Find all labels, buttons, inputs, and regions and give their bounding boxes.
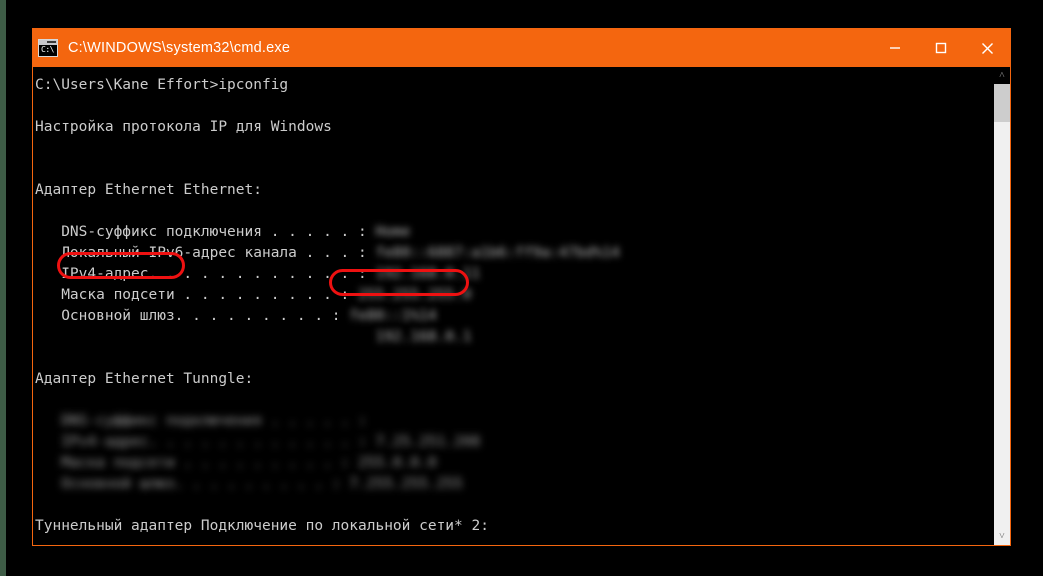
blank-6 xyxy=(35,390,985,411)
screenshot-root: C:\ C:\WINDOWS\system32\cmd.exe C:\Users… xyxy=(0,0,1043,576)
eth-dns-suffix: DNS-суффикс подключения . . . . . : Home xyxy=(35,222,985,243)
chevron-down-icon: ˅ xyxy=(999,530,1005,542)
cmd-console-window: C:\ C:\WINDOWS\system32\cmd.exe C:\Users… xyxy=(32,28,1011,546)
eth-default-gateway-2-value: 192.168.0.1 xyxy=(375,329,472,345)
scrollbar-down-button[interactable]: ˅ xyxy=(994,528,1010,545)
eth-ipv6-link-local: Локальный IPv6-адрес канала . . . : fe80… xyxy=(35,243,985,264)
tunngle-subnet-mask: Маска подсети . . . . . . . . . : 255.0.… xyxy=(35,453,985,474)
tunngle-default-gateway-text: Основной шлюз. . . . . . . . . : 7.255.2… xyxy=(61,476,463,492)
eth-ipv4-address-value: 192.168.0.11 xyxy=(375,266,481,282)
maximize-icon xyxy=(935,42,947,54)
tunngle-subnet-mask-indent xyxy=(35,455,61,471)
eth-dns-suffix-value: Home xyxy=(375,224,411,240)
cmd-icon-prompt-text: C:\ xyxy=(41,45,54,54)
eth-subnet-mask: Маска подсети . . . . . . . . . : 255.25… xyxy=(35,285,985,306)
tunngle-subnet-mask-text: Маска подсети . . . . . . . . . : 255.0.… xyxy=(61,455,437,471)
maximize-button[interactable] xyxy=(918,29,964,67)
tunngle-default-gateway-indent xyxy=(35,476,61,492)
blank-4 xyxy=(35,201,985,222)
desktop-edge-strip xyxy=(0,0,6,576)
console-output-area[interactable]: C:\Users\Kane Effort>ipconfig Настройка … xyxy=(33,67,1010,545)
tunngle-dns-suffix-indent xyxy=(35,413,61,429)
cmd-window-icon: C:\ xyxy=(38,39,58,57)
terminal-text-buffer: C:\Users\Kane Effort>ipconfig Настройка … xyxy=(33,75,985,545)
tunngle-default-gateway: Основной шлюз. . . . . . . . . : 7.255.2… xyxy=(35,474,985,495)
tunngle-dns-suffix: DNS-суффикс подключения . . . . . : xyxy=(35,411,985,432)
tunngle-ipv4-address-indent xyxy=(35,434,61,450)
heading-ip-config: Настройка протокола IP для Windows xyxy=(35,119,332,135)
blank-5 xyxy=(35,348,985,369)
eth-default-gateway-label: Основной шлюз. . . . . . . . . : xyxy=(35,308,350,324)
eth-subnet-mask-value: 255.255.255.0 xyxy=(358,287,472,303)
eth-ipv6-link-local-value: fe80::6887:a1b6:ff9a:47bd%14 xyxy=(375,245,620,261)
minimize-button[interactable] xyxy=(872,29,918,67)
scrollbar-up-button[interactable]: ˄ xyxy=(994,67,1010,84)
adapter-ethernet-tunngle: Адаптер Ethernet Tunngle: xyxy=(35,371,254,387)
blank-3 xyxy=(35,159,985,180)
eth-ipv4-address-label: IPv4-адрес. . . . . . . . . . . . : xyxy=(35,266,376,282)
window-controls xyxy=(872,29,1010,67)
eth-dns-suffix-label: DNS-суффикс подключения . . . . . : xyxy=(35,224,376,240)
tunnel-adapter-lan-2: Туннельный адаптер Подключение по локаль… xyxy=(35,518,489,534)
adapter-ethernet-ethernet: Адаптер Ethernet Ethernet: xyxy=(35,182,262,198)
eth-ipv4-address: IPv4-адрес. . . . . . . . . . . . : 192.… xyxy=(35,264,985,285)
eth-default-gateway-2-label xyxy=(35,329,375,345)
blank-8 xyxy=(35,537,985,545)
window-titlebar[interactable]: C:\ C:\WINDOWS\system32\cmd.exe xyxy=(33,29,1010,67)
eth-ipv6-link-local-label: Локальный IPv6-адрес канала . . . : xyxy=(35,245,376,261)
eth-subnet-mask-label: Маска подсети . . . . . . . . . : xyxy=(35,287,359,303)
chevron-up-icon: ˄ xyxy=(999,69,1005,81)
window-title: C:\WINDOWS\system32\cmd.exe xyxy=(68,40,291,56)
eth-default-gateway-value: fe80::1%14 xyxy=(349,308,437,324)
tunngle-dns-suffix-text: DNS-суффикс подключения . . . . . : xyxy=(61,413,367,429)
eth-default-gateway-2: 192.168.0.1 xyxy=(35,327,985,348)
cmd-prompt-ipconfig: C:\Users\Kane Effort>ipconfig xyxy=(35,77,289,93)
minimize-icon xyxy=(890,47,900,49)
tunngle-ipv4-address: IPv4-адрес. . . . . . . . . . . . : 7.25… xyxy=(35,432,985,453)
console-scrollbar[interactable]: ˄ ˅ xyxy=(993,67,1010,545)
scrollbar-thumb[interactable] xyxy=(994,84,1010,122)
eth-default-gateway: Основной шлюз. . . . . . . . . : fe80::1… xyxy=(35,306,985,327)
close-button[interactable] xyxy=(964,29,1010,67)
blank-2 xyxy=(35,138,985,159)
blank-1 xyxy=(35,96,985,117)
blank-7 xyxy=(35,495,985,516)
close-icon xyxy=(981,42,993,54)
tunngle-ipv4-address-text: IPv4-адрес. . . . . . . . . . . . : 7.25… xyxy=(61,434,481,450)
